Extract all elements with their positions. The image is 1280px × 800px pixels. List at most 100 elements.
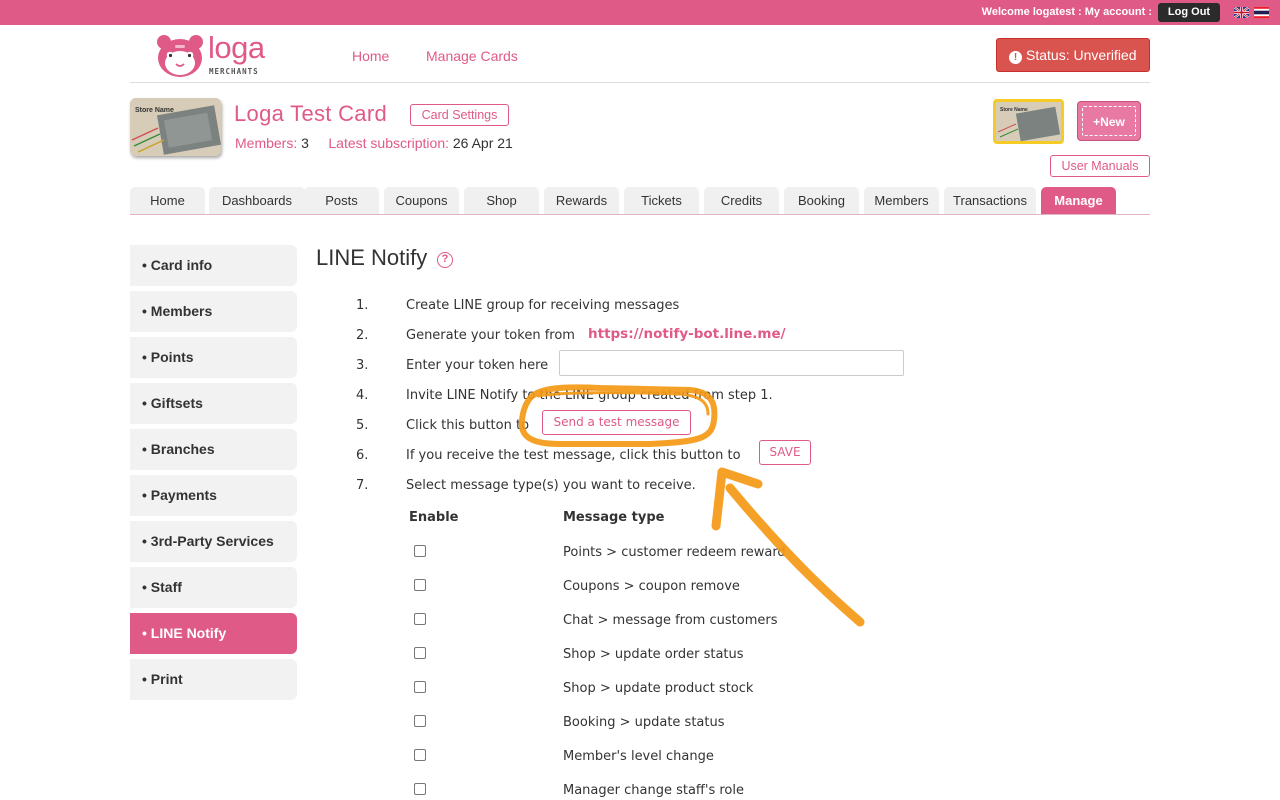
card-settings-button[interactable]: Card Settings [410,104,509,126]
nav-manage-cards-link[interactable]: Manage Cards [426,48,518,64]
tab-booking[interactable]: Booking [784,187,859,215]
status-button[interactable]: ! Status: Unverified [996,38,1150,72]
selected-card-thumbnail[interactable]: Store Name [993,99,1064,144]
subscription-label: Latest subscription: [328,135,449,151]
sidebar-item-print[interactable]: • Print [130,659,297,700]
sidebar-item-label: 3rd-Party Services [150,533,274,549]
sidebar-item-giftsets[interactable]: • Giftsets [130,383,297,424]
tab-coupons[interactable]: Coupons [384,187,459,215]
step-text: Enter your token here [406,358,549,373]
uk-flag-icon[interactable] [1234,7,1249,18]
top-bar: Welcome logatest : My account : Log Out [0,0,1280,25]
help-icon[interactable]: ? [437,252,453,268]
members-count: 3 [301,135,309,151]
message-type-label: Shop > update order status [563,647,744,662]
tab-tickets[interactable]: Tickets [624,187,699,215]
step-text: If you receive the test message, click t… [406,448,741,463]
token-input[interactable] [559,350,904,376]
tab-transactions[interactable]: Transactions [944,187,1036,215]
sidebar-item-label: Members [150,303,213,319]
sidebar-item-line-notify[interactable]: • LINE Notify [130,613,297,654]
logout-button[interactable]: Log Out [1158,3,1220,22]
tabs-underline [130,214,1150,215]
message-type-label: Manager change staff's role [563,783,744,798]
message-type-label: Chat > message from customers [563,613,778,628]
message-type-column-header: Message type [563,510,665,525]
sidebar-item-points[interactable]: • Points [130,337,297,378]
tab-posts[interactable]: Posts [304,187,379,215]
sidebar-item-label: Staff [150,579,182,595]
step-text: Click this button to [406,418,530,433]
enable-checkbox[interactable] [414,715,426,727]
tab-credits[interactable]: Credits [704,187,779,215]
message-type-label: Booking > update status [563,715,725,730]
user-manuals-button[interactable]: User Manuals [1050,155,1150,177]
thai-flag-icon[interactable] [1254,7,1269,18]
card-thumbnail[interactable]: Store Name [130,98,221,156]
notify-token-link[interactable]: https://notify-bot.line.me/ [588,326,786,342]
message-type-label: Member's level change [563,749,714,764]
enable-checkbox[interactable] [414,783,426,795]
enable-checkbox[interactable] [414,681,426,693]
step-number: 5. [356,418,369,433]
card-thumbnail-image: Store Name [130,98,221,156]
logo[interactable]: loga MERCHANTS [155,30,280,78]
brand-subtitle: MERCHANTS [209,67,259,76]
status-label: Status: Unverified [1026,47,1137,63]
tab-home[interactable]: Home [130,187,205,215]
step-text: Generate your token from [406,328,575,343]
message-type-label: Shop > update product stock [563,681,754,696]
sidebar-item-label: Print [150,671,183,687]
tab-dashboards[interactable]: Dashboards [209,187,305,215]
step-number: 2. [356,328,369,343]
mini-card-image: Store Name [996,102,1061,141]
step-number: 1. [356,298,369,313]
brand-name: loga [208,30,265,65]
sidebar-item-label: LINE Notify [150,625,227,641]
enable-checkbox[interactable] [414,579,426,591]
mini-store-name-text: Store Name [1000,107,1028,113]
sidebar-item-card-info[interactable]: • Card info [130,245,297,286]
sidebar-item-3rd-party-services[interactable]: • 3rd-Party Services [130,521,297,562]
enable-checkbox[interactable] [414,545,426,557]
save-button[interactable]: SAVE [759,440,811,465]
step-text: Select message type(s) you want to recei… [406,478,696,493]
step-number: 7. [356,478,369,493]
subscription-date: 26 Apr 21 [452,135,513,151]
enable-checkbox[interactable] [414,613,426,625]
step-number: 6. [356,448,369,463]
sidebar-item-branches[interactable]: • Branches [130,429,297,470]
message-type-label: Points > customer redeem reward [563,545,786,560]
enable-checkbox[interactable] [414,647,426,659]
exclamation-icon: ! [1009,51,1022,64]
sidebar-item-staff[interactable]: • Staff [130,567,297,608]
step-number: 3. [356,358,369,373]
sidebar-item-payments[interactable]: • Payments [130,475,297,516]
new-card-button[interactable]: +New [1077,101,1141,141]
sidebar-item-label: Points [150,349,194,365]
sidebar-item-label: Card info [150,257,213,273]
welcome-text: Welcome logatest : My account : [981,6,1152,18]
sidebar-item-label: Branches [150,441,215,457]
card-title: Loga Test Card [234,101,388,126]
enable-checkbox[interactable] [414,749,426,761]
tab-shop[interactable]: Shop [464,187,539,215]
header-divider [130,82,1150,83]
step-text: Create LINE group for receiving messages [406,298,680,313]
card-meta: Members: 3 Latest subscription: 26 Apr 2… [235,135,513,151]
step-number: 4. [356,388,369,403]
sidebar-item-members[interactable]: • Members [130,291,297,332]
tab-members[interactable]: Members [864,187,939,215]
tab-manage[interactable]: Manage [1041,187,1116,215]
sidebar-item-label: Giftsets [150,395,203,411]
tab-rewards[interactable]: Rewards [544,187,619,215]
store-name-text: Store Name [135,107,174,114]
message-type-label: Coupons > coupon remove [563,579,740,594]
nav-home-link[interactable]: Home [352,48,389,64]
members-label: Members: [235,135,298,151]
send-test-message-button[interactable]: Send a test message [542,410,691,435]
page-title: LINE Notify [316,245,428,270]
step-text: Invite LINE Notify to the LINE group cre… [406,388,773,403]
hamster-logo-icon [157,35,203,77]
enable-column-header: Enable [409,510,459,525]
